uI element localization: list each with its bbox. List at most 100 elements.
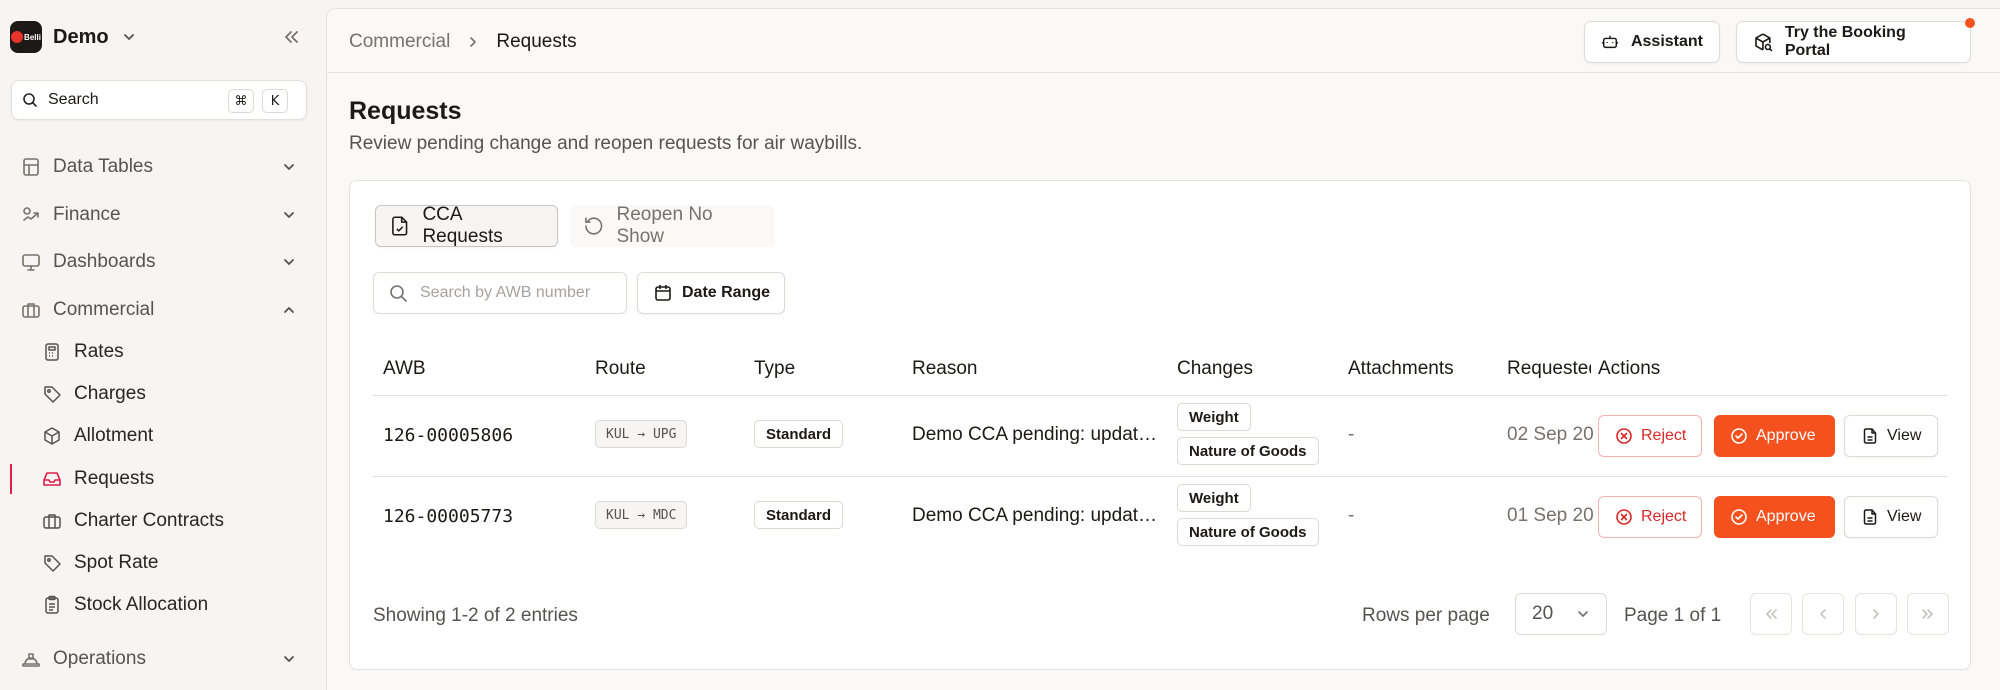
date-range-label: Date Range <box>682 284 771 301</box>
awb-number[interactable]: 126-00005773 <box>383 506 513 527</box>
requested-date: 02 Sep 2025 <box>1507 424 1593 445</box>
workspace-switcher[interactable]: Belli Demo <box>10 20 137 54</box>
workspace-name: Demo <box>53 25 109 48</box>
sidebar-group-commercial[interactable]: Commercial <box>11 290 311 330</box>
sidebar-group-label: Operations <box>53 648 146 669</box>
assistant-button[interactable]: Assistant <box>1584 21 1720 63</box>
column-header-changes[interactable]: Changes <box>1177 358 1253 380</box>
column-header-awb[interactable]: AWB <box>383 358 426 380</box>
attachments-value: - <box>1348 505 1355 526</box>
type-badge: Standard <box>754 420 844 448</box>
file-text-icon <box>1863 509 1877 525</box>
tag-icon <box>44 386 61 403</box>
approve-button[interactable]: Approve <box>1714 415 1835 457</box>
inbox-icon <box>43 472 61 486</box>
sidebar-group-finance[interactable]: Finance <box>11 195 311 235</box>
page-title: Requests <box>349 97 462 125</box>
sidebar-item-label: Stock Allocation <box>74 594 209 615</box>
column-header-type[interactable]: Type <box>754 358 795 380</box>
sidebar-group-label: Dashboards <box>53 251 156 272</box>
monitor-icon <box>22 254 40 271</box>
previous-page-button[interactable] <box>1802 593 1844 635</box>
chevron-down-icon <box>284 164 294 170</box>
page-indicator: Page 1 of 1 <box>1624 605 1722 626</box>
sidebar-item-requests[interactable]: Requests <box>42 460 312 498</box>
notification-dot <box>1965 18 1975 28</box>
view-button[interactable]: View <box>1844 415 1938 457</box>
column-header-attachments[interactable]: Attachments <box>1348 358 1454 380</box>
chevron-right-icon <box>470 37 477 47</box>
column-header-reason[interactable]: Reason <box>912 358 978 380</box>
x-circle-icon <box>1616 509 1632 525</box>
tab-cca-requests[interactable]: CCA Requests <box>375 204 558 247</box>
sidebar-item-label: Rates <box>74 341 124 362</box>
change-badge: Nature of Goods <box>1177 437 1319 465</box>
change-badge: Weight <box>1177 484 1251 512</box>
hard-hat-icon <box>22 653 40 667</box>
reject-button[interactable]: Reject <box>1598 415 1702 457</box>
approve-label: Approve <box>1756 508 1816 525</box>
breadcrumb-commercial[interactable]: Commercial <box>349 31 450 53</box>
sidebar-item-label: Requests <box>74 468 155 489</box>
page-subtitle: Review pending change and reopen request… <box>349 133 863 154</box>
sidebar-group-data-tables[interactable]: Data Tables <box>11 147 311 187</box>
sidebar-search[interactable]: Search ⌘ K <box>11 80 307 120</box>
search-icon <box>23 93 37 107</box>
chevron-up-icon <box>284 307 294 313</box>
table-header-divider <box>373 395 1947 396</box>
sidebar-item-stock-allocation[interactable]: Stock Allocation <box>42 586 312 624</box>
reject-button[interactable]: Reject <box>1598 496 1702 538</box>
file-check-icon <box>392 216 408 236</box>
requests-card: CCA Requests Reopen No Show Date Range A… <box>349 180 1971 670</box>
first-page-button[interactable] <box>1750 593 1792 635</box>
breadcrumb: Commercial Requests <box>349 31 577 53</box>
last-page-button[interactable] <box>1907 593 1949 635</box>
sidebar-item-charges[interactable]: Charges <box>42 375 312 413</box>
sidebar-group-label: Commercial <box>53 299 155 320</box>
requested-date: 01 Sep 2025 <box>1507 505 1593 526</box>
booking-portal-button[interactable]: Try the Booking Portal <box>1736 21 1971 63</box>
assistant-label: Assistant <box>1630 33 1703 50</box>
next-page-button[interactable] <box>1855 593 1897 635</box>
sidebar-group-dashboards[interactable]: Dashboards <box>11 242 311 282</box>
chevron-down-icon <box>284 656 294 662</box>
sidebar-item-charter-contracts[interactable]: Charter Contracts <box>42 502 312 540</box>
reason-text: Demo CCA pending: update details <box>912 505 1158 526</box>
tab-reopen-no-show[interactable]: Reopen No Show <box>570 204 775 247</box>
collapse-sidebar-icon[interactable] <box>280 26 302 48</box>
sidebar-item-label: Allotment <box>74 425 154 446</box>
approve-button[interactable]: Approve <box>1714 496 1835 538</box>
view-button[interactable]: View <box>1844 496 1938 538</box>
sidebar-item-allotment[interactable]: Allotment <box>42 417 312 455</box>
awb-number[interactable]: 126-00005806 <box>383 425 513 446</box>
chevron-down-icon <box>284 259 294 265</box>
breadcrumb-requests: Requests <box>496 31 577 52</box>
sidebar-group-label: Data Tables <box>53 156 153 177</box>
reason-text: Demo CCA pending: update details <box>912 424 1158 445</box>
sidebar-item-spot-rate[interactable]: Spot Rate <box>42 544 312 582</box>
awb-search-field[interactable] <box>373 272 627 314</box>
clipboard-icon <box>45 595 59 614</box>
column-header-route[interactable]: Route <box>595 358 646 380</box>
shortcut-key-cmd: ⌘ <box>228 89 254 113</box>
reject-label: Reject <box>1641 427 1687 444</box>
column-header-requested[interactable]: Requested <box>1507 358 1591 380</box>
search-label: Search <box>48 91 99 108</box>
approve-label: Approve <box>1756 427 1816 444</box>
check-circle-icon <box>1731 428 1747 444</box>
change-badge: Nature of Goods <box>1177 518 1319 546</box>
chevron-down-icon <box>284 212 294 218</box>
briefcase-icon <box>22 303 40 318</box>
calendar-icon <box>655 285 671 301</box>
route-badge: KUL → UPG <box>595 420 688 448</box>
calculator-icon <box>45 343 59 361</box>
booking-portal-label: Try the Booking Portal <box>1784 24 1906 59</box>
awb-search-input[interactable] <box>420 284 610 302</box>
sidebar-group-operations[interactable]: Operations <box>11 639 311 679</box>
brand-logo: Belli <box>10 21 42 53</box>
date-range-button[interactable]: Date Range <box>637 272 785 314</box>
rows-per-page-select[interactable]: 20 <box>1515 593 1607 635</box>
sidebar-item-rates[interactable]: Rates <box>42 333 312 371</box>
package-icon <box>44 427 60 445</box>
chevron-down-icon <box>123 34 134 40</box>
